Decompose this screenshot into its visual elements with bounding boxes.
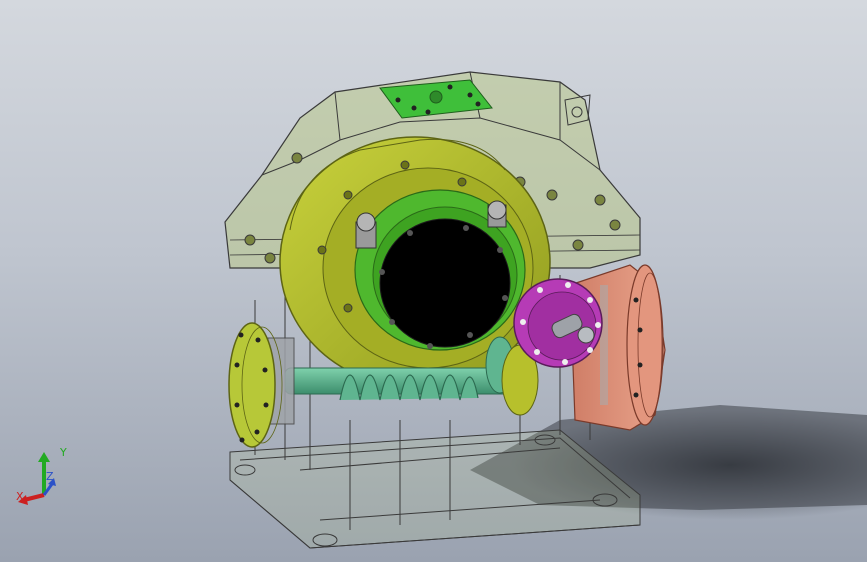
graphics-viewport[interactable]: Y X Z — [0, 0, 867, 562]
model-view[interactable] — [0, 0, 867, 562]
z-axis-label: Z — [46, 470, 54, 483]
input-flange — [513, 278, 603, 368]
reference-triad: Y X Z — [16, 446, 67, 505]
y-axis-label: Y — [59, 446, 67, 459]
y-axis-arrow — [38, 452, 50, 462]
x-axis-label: X — [16, 490, 24, 503]
x-axis-line — [23, 493, 45, 502]
